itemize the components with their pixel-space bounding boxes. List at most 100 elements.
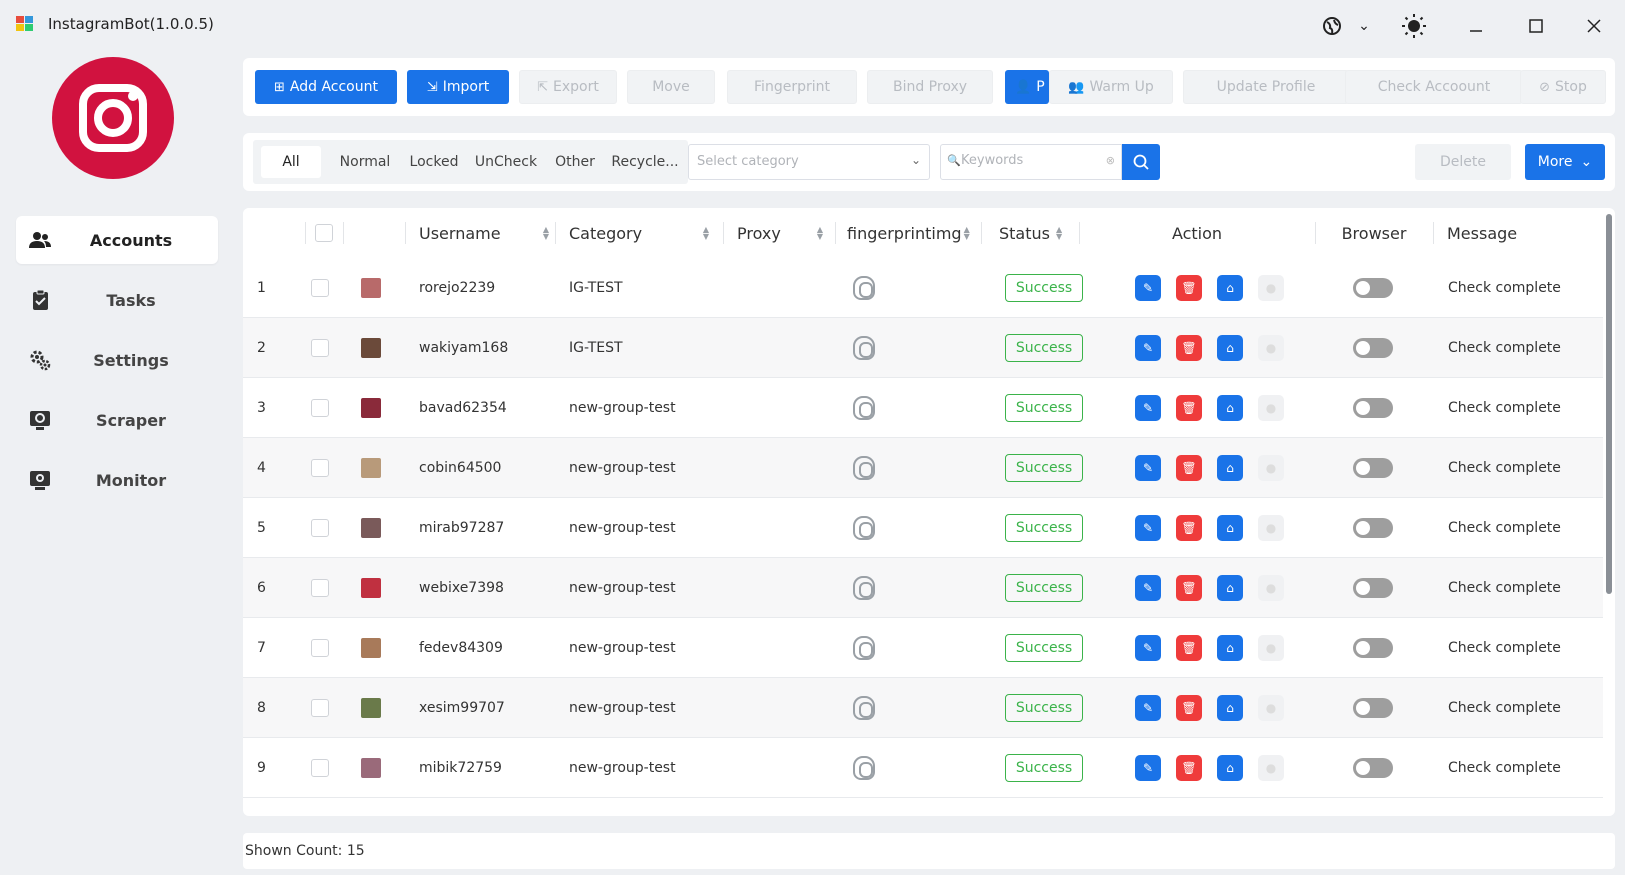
row-checkbox[interactable] xyxy=(311,498,329,558)
edit-button[interactable]: ✎ xyxy=(1135,455,1161,481)
search-button[interactable] xyxy=(1122,144,1160,180)
browser-toggle[interactable] xyxy=(1353,498,1393,558)
row-checkbox[interactable] xyxy=(311,558,329,618)
maximize-button[interactable] xyxy=(1522,12,1550,40)
browser-toggle[interactable] xyxy=(1353,378,1393,438)
open-shop-button[interactable]: ⌂ xyxy=(1217,635,1243,661)
category-select[interactable]: Select category ⌄ xyxy=(688,144,930,180)
open-shop-button[interactable]: ⌂ xyxy=(1217,515,1243,541)
table-row[interactable]: 7 fedev84309 new-group-test Success ✎ 🗑 … xyxy=(243,618,1603,678)
sidebar-item-accounts[interactable]: Accounts xyxy=(16,216,218,264)
row-checkbox[interactable] xyxy=(311,738,329,798)
chevron-down-icon[interactable]: ⌄ xyxy=(1350,12,1378,40)
sort-icon[interactable]: ▲ ▼ xyxy=(1056,226,1062,241)
disabled-action-button[interactable]: ● xyxy=(1258,695,1284,721)
disabled-action-button[interactable]: ● xyxy=(1258,755,1284,781)
delete-row-button[interactable]: 🗑 xyxy=(1176,575,1202,601)
open-shop-button[interactable]: ⌂ xyxy=(1217,575,1243,601)
fingerprint-icon[interactable] xyxy=(853,378,875,438)
browser-toggle[interactable] xyxy=(1353,738,1393,798)
edit-button[interactable]: ✎ xyxy=(1135,575,1161,601)
add-account-button[interactable]: ⊞ Add Account xyxy=(255,70,397,104)
open-shop-button[interactable]: ⌂ xyxy=(1217,395,1243,421)
delete-row-button[interactable]: 🗑 xyxy=(1176,695,1202,721)
vertical-scrollbar[interactable] xyxy=(1606,214,1612,594)
bind-proxy-button[interactable]: Bind Proxy xyxy=(867,70,993,104)
open-shop-button[interactable]: ⌂ xyxy=(1217,695,1243,721)
tab-other[interactable]: Other xyxy=(545,146,605,178)
table-row[interactable]: 9 mibik72759 new-group-test Success ✎ 🗑 … xyxy=(243,738,1603,798)
column-header-proxy[interactable]: Proxy ▲ ▼ xyxy=(737,208,823,258)
edit-button[interactable]: ✎ xyxy=(1135,755,1161,781)
edit-button[interactable]: ✎ xyxy=(1135,275,1161,301)
row-checkbox[interactable] xyxy=(311,258,329,318)
table-row[interactable]: 3 bavad62354 new-group-test Success ✎ 🗑 … xyxy=(243,378,1603,438)
table-row[interactable]: 6 webixe7398 new-group-test Success ✎ 🗑 … xyxy=(243,558,1603,618)
sidebar-item-monitor[interactable]: Monitor xyxy=(16,456,218,504)
export-button[interactable]: ⇱ Export xyxy=(519,70,617,104)
delete-row-button[interactable]: 🗑 xyxy=(1176,395,1202,421)
row-checkbox[interactable] xyxy=(311,438,329,498)
delete-row-button[interactable]: 🗑 xyxy=(1176,635,1202,661)
open-shop-button[interactable]: ⌂ xyxy=(1217,335,1243,361)
browser-toggle[interactable] xyxy=(1353,678,1393,738)
disabled-action-button[interactable]: ● xyxy=(1258,275,1284,301)
edit-button[interactable]: ✎ xyxy=(1135,395,1161,421)
open-shop-button[interactable]: ⌂ xyxy=(1217,275,1243,301)
browser-toggle[interactable] xyxy=(1353,558,1393,618)
profile-button[interactable]: 👤 P xyxy=(1005,70,1049,104)
row-checkbox[interactable] xyxy=(311,318,329,378)
fingerprint-icon[interactable] xyxy=(853,258,875,318)
close-button[interactable] xyxy=(1580,12,1608,40)
delete-row-button[interactable]: 🗑 xyxy=(1176,515,1202,541)
column-header-category[interactable]: Category ▲ ▼ xyxy=(569,208,709,258)
sidebar-item-tasks[interactable]: Tasks xyxy=(16,276,218,324)
table-row[interactable]: 1 rorejo2239 IG-TEST Success ✎ 🗑 ⌂ ● Che… xyxy=(243,258,1603,318)
row-checkbox[interactable] xyxy=(311,378,329,438)
browser-toggle[interactable] xyxy=(1353,258,1393,318)
table-row[interactable]: 4 cobin64500 new-group-test Success ✎ 🗑 … xyxy=(243,438,1603,498)
import-button[interactable]: ⇲ Import xyxy=(407,70,509,104)
edit-button[interactable]: ✎ xyxy=(1135,635,1161,661)
row-checkbox[interactable] xyxy=(311,678,329,738)
fingerprint-icon[interactable] xyxy=(853,318,875,378)
minimize-button[interactable] xyxy=(1462,12,1490,40)
keywords-input[interactable] xyxy=(961,153,1101,168)
more-button[interactable]: More ⌄ xyxy=(1525,144,1605,180)
open-shop-button[interactable]: ⌂ xyxy=(1217,455,1243,481)
select-all-checkbox[interactable] xyxy=(315,208,333,258)
disabled-action-button[interactable]: ● xyxy=(1258,635,1284,661)
fingerprint-button[interactable]: Fingerprint xyxy=(727,70,857,104)
edit-button[interactable]: ✎ xyxy=(1135,515,1161,541)
fingerprint-icon[interactable] xyxy=(853,618,875,678)
edit-button[interactable]: ✎ xyxy=(1135,335,1161,361)
tab-uncheck[interactable]: UnCheck xyxy=(467,146,545,178)
column-header-username[interactable]: Username ▲ ▼ xyxy=(419,208,549,258)
sidebar-item-settings[interactable]: Settings xyxy=(16,336,218,384)
sun-icon[interactable] xyxy=(1400,12,1428,40)
delete-row-button[interactable]: 🗑 xyxy=(1176,275,1202,301)
disabled-action-button[interactable]: ● xyxy=(1258,335,1284,361)
column-header-fingerprintimg[interactable]: fingerprintimg ▲ ▼ xyxy=(847,208,971,258)
tab-all[interactable]: All xyxy=(261,146,321,178)
stop-button[interactable]: ⊘ Stop xyxy=(1520,70,1606,104)
tab-normal[interactable]: Normal xyxy=(329,146,401,178)
table-row[interactable]: 2 wakiyam168 IG-TEST Success ✎ 🗑 ⌂ ● Che… xyxy=(243,318,1603,378)
sort-icon[interactable]: ▲ ▼ xyxy=(964,226,970,241)
disabled-action-button[interactable]: ● xyxy=(1258,455,1284,481)
fingerprint-icon[interactable] xyxy=(853,438,875,498)
sort-icon[interactable]: ▲ ▼ xyxy=(703,226,709,241)
column-header-status[interactable]: Status ▲ ▼ xyxy=(999,208,1069,258)
browser-toggle[interactable] xyxy=(1353,318,1393,378)
fingerprint-icon[interactable] xyxy=(853,738,875,798)
delete-row-button[interactable]: 🗑 xyxy=(1176,455,1202,481)
disabled-action-button[interactable]: ● xyxy=(1258,575,1284,601)
warm-up-button[interactable]: 👥 Warm Up xyxy=(1049,70,1173,104)
delete-row-button[interactable]: 🗑 xyxy=(1176,755,1202,781)
disabled-action-button[interactable]: ● xyxy=(1258,515,1284,541)
fingerprint-icon[interactable] xyxy=(853,498,875,558)
clear-icon[interactable]: ⊗ xyxy=(1106,154,1115,167)
edit-button[interactable]: ✎ xyxy=(1135,695,1161,721)
browser-toggle[interactable] xyxy=(1353,618,1393,678)
check-account-button[interactable]: Check Accoount xyxy=(1345,70,1523,104)
